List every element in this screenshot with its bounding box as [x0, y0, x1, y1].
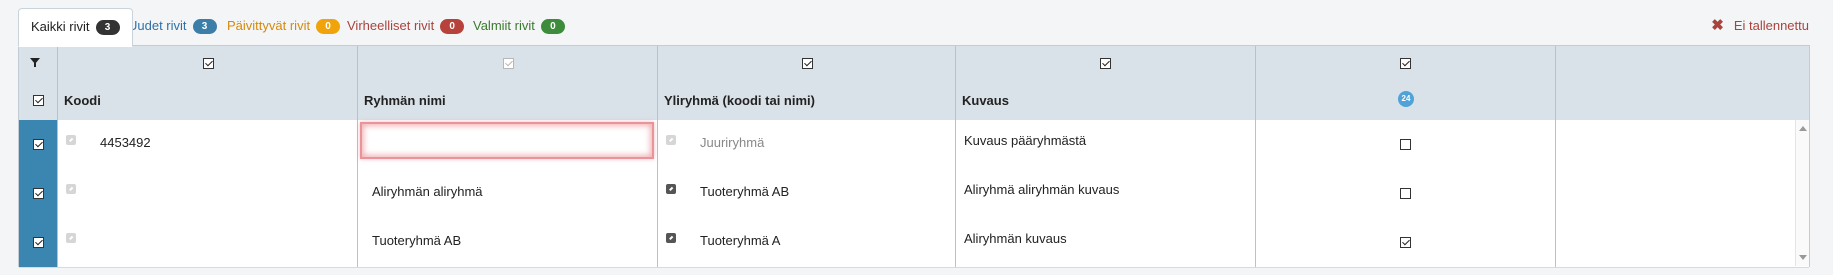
scroll-up-icon[interactable] — [1799, 126, 1807, 131]
column-count-badge: 24 — [1398, 91, 1414, 107]
cell-yliryhma[interactable]: Tuoteryhmä AB — [658, 169, 956, 218]
header-select-kuvaus — [956, 46, 1256, 82]
cell-ryhman-nimi[interactable]: Tuoteryhmä AB — [358, 218, 658, 267]
kuvaus-value: Aliryhmä aliryhmän kuvaus — [964, 182, 1120, 197]
column-header-yliryhma[interactable]: Yliryhmä (koodi tai nimi) — [658, 82, 956, 120]
yliryhma-value: Tuoteryhmä AB — [700, 184, 790, 199]
cell-kuvaus[interactable]: Kuvaus pääryhmästä — [956, 120, 1256, 169]
table-row: Tuoteryhmä AB Tuoteryhmä A Aliryhmän kuv… — [19, 218, 1809, 268]
header-select-ryhman-nimi — [358, 46, 658, 82]
header-select-flag — [1256, 46, 1556, 82]
cell-koodi[interactable] — [58, 218, 358, 267]
tab-new-rows-count: 3 — [192, 19, 217, 34]
vertical-scrollbar[interactable] — [1795, 120, 1809, 266]
column-header-koodi[interactable]: Koodi — [58, 82, 358, 120]
tab-ready-rows[interactable]: Valmiit rivit 0 — [461, 8, 577, 44]
header-select-koodi — [58, 46, 358, 82]
ryhman-nimi-value: Tuoteryhmä AB — [372, 233, 462, 248]
cell-kuvaus[interactable]: Aliryhmän kuvaus — [956, 218, 1256, 267]
tab-updating-rows[interactable]: Päivittyvät rivit 0 — [215, 8, 352, 44]
column-title-yliryhma: Yliryhmä (koodi tai nimi) — [664, 93, 815, 108]
yliryhma-value: Juuriryhmä — [700, 135, 765, 150]
column-header-ryhman-nimi[interactable]: Ryhmän nimi — [358, 82, 658, 120]
column-header-flag[interactable]: 24 — [1256, 82, 1556, 120]
link-icon — [66, 184, 76, 194]
unsaved-status[interactable]: ✖ Ei tallennettu — [1711, 8, 1809, 44]
column-checkbox-ryhman-nimi[interactable] — [503, 58, 514, 69]
header-title-row: Koodi Ryhmän nimi Yliryhmä (koodi tai ni… — [19, 82, 1809, 121]
row-select-cell — [19, 120, 58, 169]
link-icon — [66, 135, 76, 145]
row-flag-checkbox[interactable] — [1400, 188, 1411, 199]
row-flag-checkbox[interactable] — [1400, 139, 1411, 150]
cell-ryhman-nimi[interactable]: Aliryhmän aliryhmä — [358, 169, 658, 218]
kuvaus-value: Aliryhmän kuvaus — [964, 231, 1067, 246]
close-icon: ✖ — [1711, 17, 1724, 34]
tab-new-rows[interactable]: Uudet rivit 3 — [116, 8, 229, 44]
cell-yliryhma[interactable]: Tuoteryhmä A — [658, 218, 956, 267]
row-select-cell — [19, 169, 58, 218]
cell-ryhman-nimi[interactable] — [358, 120, 658, 169]
scroll-down-icon[interactable] — [1799, 255, 1807, 260]
cell-koodi[interactable] — [58, 169, 358, 218]
column-header-kuvaus[interactable]: Kuvaus — [956, 82, 1256, 120]
row-checkbox[interactable] — [33, 188, 44, 199]
link-icon — [66, 233, 76, 243]
tab-updating-rows-label: Päivittyvät rivit — [227, 18, 311, 33]
koodi-value: 4453492 — [100, 135, 151, 150]
header-select-yliryhma — [658, 46, 956, 82]
link-icon — [666, 184, 676, 194]
yliryhma-value: Tuoteryhmä A — [700, 233, 781, 248]
select-all-checkbox[interactable] — [33, 95, 44, 106]
link-icon — [666, 233, 676, 243]
tab-bar: Kaikki rivit 3 Uudet rivit 3 Päivittyvät r… — [18, 8, 1818, 47]
kuvaus-value: Kuvaus pääryhmästä — [964, 133, 1087, 148]
tab-all-rows[interactable]: Kaikki rivit 3 — [18, 8, 133, 47]
cell-yliryhma[interactable]: Juuriryhmä — [658, 120, 956, 169]
tab-error-rows[interactable]: Virheelliset rivit 0 — [335, 8, 476, 44]
column-checkbox-yliryhma[interactable] — [802, 58, 813, 69]
tab-all-rows-count: 3 — [95, 20, 120, 35]
cell-flag — [1256, 218, 1556, 267]
cell-kuvaus[interactable]: Aliryhmä aliryhmän kuvaus — [956, 169, 1256, 218]
row-checkbox[interactable] — [33, 139, 44, 150]
column-title-koodi: Koodi — [64, 93, 101, 108]
column-title-ryhman-nimi: Ryhmän nimi — [364, 93, 446, 108]
ryhman-nimi-value: Aliryhmän aliryhmä — [372, 184, 483, 199]
header-select-row — [19, 46, 1809, 83]
column-checkbox-kuvaus[interactable] — [1100, 58, 1111, 69]
table-row: Aliryhmän aliryhmä Tuoteryhmä AB Aliryhm… — [19, 169, 1809, 219]
table-row: 4453492 Juuriryhmä Kuvaus pääryhmästä — [19, 120, 1809, 170]
cell-flag — [1256, 169, 1556, 218]
tab-error-rows-label: Virheelliset rivit — [347, 18, 435, 33]
row-flag-checkbox[interactable] — [1400, 237, 1411, 248]
filter-icon-stem — [34, 63, 36, 67]
row-select-cell — [19, 218, 58, 267]
ryhman-nimi-input-error[interactable] — [360, 122, 654, 159]
column-checkbox-flag[interactable] — [1400, 58, 1411, 69]
row-checkbox[interactable] — [33, 237, 44, 248]
select-all-cell — [19, 82, 58, 120]
link-icon — [666, 135, 676, 145]
tab-new-rows-label: Uudet rivit — [128, 18, 187, 33]
unsaved-label: Ei tallennettu — [1733, 18, 1809, 33]
tab-ready-rows-count: 0 — [540, 19, 565, 34]
filter-cell[interactable] — [19, 46, 58, 82]
cell-koodi[interactable]: 4453492 — [58, 120, 358, 169]
tab-all-rows-label: Kaikki rivit — [31, 19, 90, 34]
tab-ready-rows-label: Valmiit rivit — [473, 18, 535, 33]
data-grid: Koodi Ryhmän nimi Yliryhmä (koodi tai ni… — [18, 45, 1810, 268]
column-title-kuvaus: Kuvaus — [962, 93, 1009, 108]
column-checkbox-koodi[interactable] — [203, 58, 214, 69]
cell-flag — [1256, 120, 1556, 169]
